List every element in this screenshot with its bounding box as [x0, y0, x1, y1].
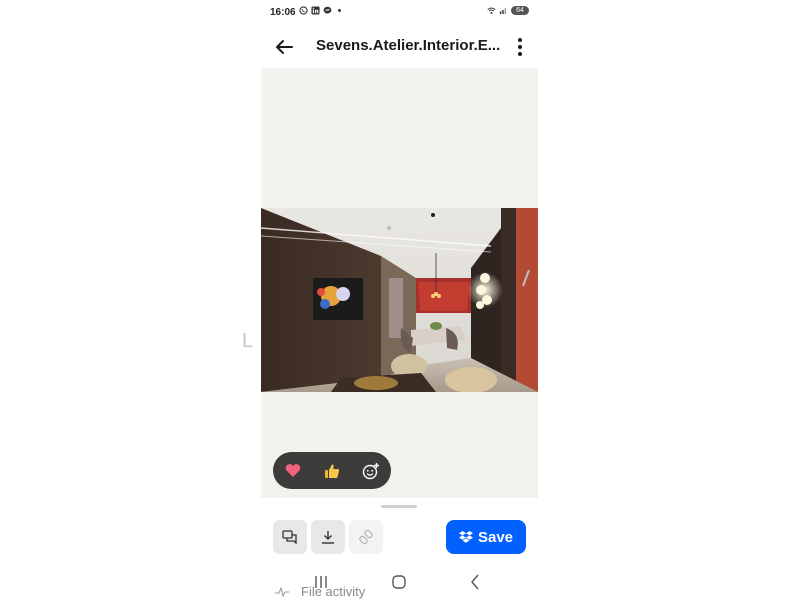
back-arrow-icon[interactable]: [273, 36, 295, 58]
system-icons: 64: [487, 6, 529, 15]
save-label: Save: [477, 528, 514, 546]
battery-level: 64: [511, 6, 529, 15]
whatsapp-icon: [299, 6, 308, 15]
recent-apps-icon[interactable]: [311, 572, 331, 592]
download-icon: [322, 531, 334, 544]
reaction-bar: [273, 452, 391, 489]
link-icon: [359, 529, 373, 545]
system-back-icon[interactable]: [466, 572, 486, 592]
thumbs-up-icon: [324, 463, 340, 478]
add-reaction-icon: [363, 462, 380, 479]
messenger-icon: [323, 6, 332, 14]
comment-button[interactable]: [273, 520, 307, 554]
copy-link-button[interactable]: [349, 520, 383, 554]
interior-photo-graphic: [261, 208, 538, 392]
phone-screen: 16:06 64 Sevens.Atelier.Interior.E... Sa…: [261, 0, 538, 600]
more-options-icon[interactable]: [516, 37, 524, 57]
heart-reaction-button[interactable]: [279, 457, 307, 485]
sheet-drag-handle[interactable]: [381, 505, 417, 508]
save-to-dropbox-button[interactable]: Save: [446, 520, 526, 554]
app-bar: Sevens.Atelier.Interior.E...: [261, 26, 538, 69]
status-time: 16:06: [270, 7, 296, 18]
interior-photo[interactable]: [261, 208, 538, 392]
download-button[interactable]: [311, 520, 345, 554]
signal-icon: [499, 8, 507, 15]
dropbox-icon: [458, 531, 473, 543]
add-reaction-button[interactable]: [357, 457, 385, 485]
home-icon[interactable]: [389, 572, 409, 592]
heart-icon: [285, 464, 300, 477]
thumbs-up-reaction-button[interactable]: [318, 457, 346, 485]
image-viewer[interactable]: [261, 68, 538, 498]
wifi-icon: [487, 7, 496, 15]
notification-icons: [299, 6, 344, 15]
more-notifications-dot-icon: [338, 9, 341, 12]
status-bar: 16:06 64: [261, 0, 538, 26]
linkedin-icon: [311, 6, 320, 15]
system-navigation-bar: [261, 568, 538, 596]
comment-icon: [282, 530, 297, 544]
file-title: Sevens.Atelier.Interior.E...: [316, 37, 501, 54]
watermark-letter: L: [242, 330, 254, 352]
